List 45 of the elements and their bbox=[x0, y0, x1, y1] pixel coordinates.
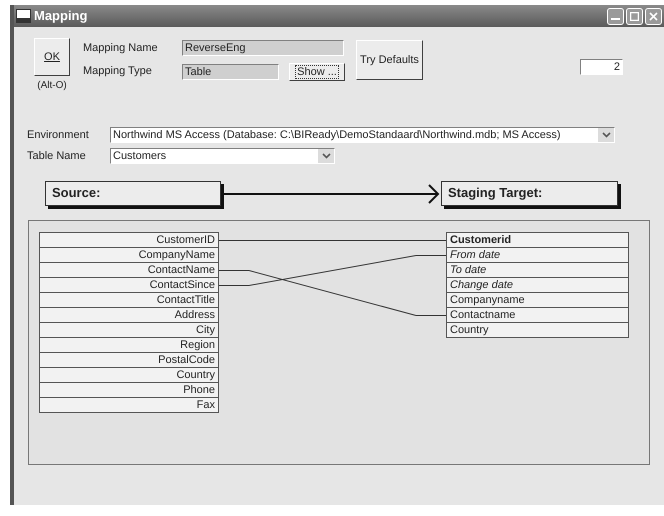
shortcut-label: (Alt-O) bbox=[37, 79, 67, 93]
source-field[interactable]: ContactTitle bbox=[39, 292, 219, 308]
number-field[interactable]: 2 bbox=[580, 59, 623, 75]
source-field[interactable]: Fax bbox=[39, 397, 219, 413]
maximize-icon bbox=[630, 12, 639, 20]
target-field[interactable]: Country bbox=[446, 322, 629, 338]
source-field[interactable]: Country bbox=[39, 367, 219, 383]
source-field[interactable]: ContactSince bbox=[39, 277, 219, 293]
app-icon bbox=[16, 9, 31, 23]
source-field[interactable]: City bbox=[39, 322, 219, 338]
chevron-down-icon[interactable] bbox=[318, 148, 334, 163]
source-field[interactable]: ContactName bbox=[39, 262, 219, 278]
target-field[interactable]: Companyname bbox=[446, 292, 629, 308]
try-defaults-button[interactable]: Try Defaults bbox=[356, 40, 423, 80]
field-label: Mapping Name bbox=[83, 41, 159, 56]
target-header: Staging Target: bbox=[441, 181, 618, 206]
field-label: Environment bbox=[27, 128, 90, 143]
source-field[interactable]: CompanyName bbox=[39, 247, 219, 263]
close-button[interactable] bbox=[645, 8, 662, 24]
maximize-button[interactable] bbox=[626, 8, 643, 24]
field-label: Mapping Type bbox=[83, 64, 153, 80]
source-field[interactable]: Address bbox=[39, 307, 219, 323]
target-field[interactable]: Contactname bbox=[446, 307, 629, 323]
close-icon bbox=[649, 12, 658, 20]
arrow-icon bbox=[221, 182, 441, 204]
target-field[interactable]: To date bbox=[446, 262, 629, 278]
source-field[interactable]: PostalCode bbox=[39, 352, 219, 368]
show-button[interactable]: Show ... bbox=[289, 62, 345, 80]
target-field[interactable]: From date bbox=[446, 247, 629, 263]
minimize-icon bbox=[611, 18, 620, 20]
table-name-dropdown[interactable]: Customers bbox=[110, 148, 335, 164]
minimize-button[interactable] bbox=[607, 8, 624, 24]
target-field[interactable]: Customerid bbox=[446, 232, 629, 248]
source-field[interactable]: CustomerID bbox=[39, 232, 219, 248]
chevron-down-icon[interactable] bbox=[598, 128, 614, 142]
field-label: Table Name bbox=[27, 148, 87, 164]
window-title: Mapping bbox=[34, 7, 88, 26]
source-field[interactable]: Region bbox=[39, 337, 219, 353]
environment-dropdown[interactable]: Northwind MS Access (Database: C:\BIReady\DemoStandaard\Northwind.mdb; MS Access) bbox=[110, 127, 615, 144]
ok-button[interactable]: OK bbox=[34, 38, 70, 76]
mapping-type-field[interactable]: Table bbox=[182, 64, 279, 80]
target-field[interactable]: Change date bbox=[446, 277, 629, 293]
source-field[interactable]: Phone bbox=[39, 382, 219, 398]
source-header: Source: bbox=[45, 181, 221, 206]
mapping-name-field[interactable]: ReverseEng bbox=[182, 40, 344, 56]
